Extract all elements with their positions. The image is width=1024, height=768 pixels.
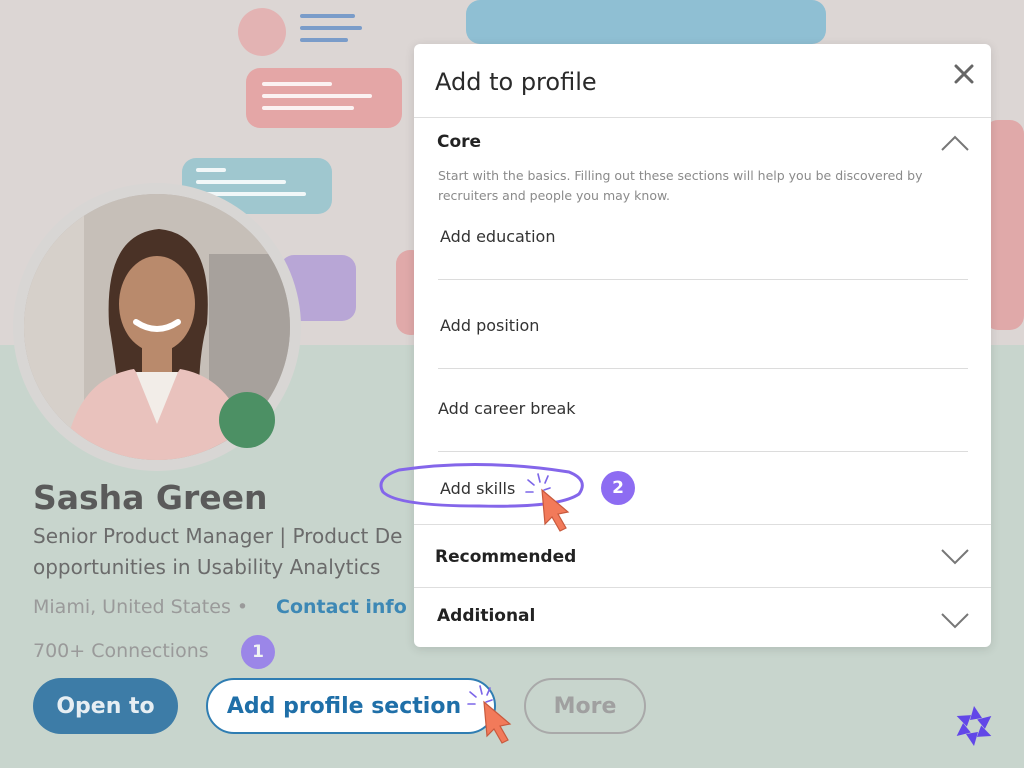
item-divider	[438, 279, 968, 280]
core-section-description: Start with the basics. Filling out these…	[438, 168, 923, 203]
headline-line-1: Senior Product Manager | Product De	[33, 524, 403, 548]
cursor-pointer-icon	[525, 473, 570, 532]
more-button[interactable]: More	[524, 678, 646, 734]
connections-count[interactable]: 700+ Connections	[33, 640, 209, 662]
step-badge-2: 2	[601, 471, 635, 505]
chevron-up-icon[interactable]	[940, 134, 970, 152]
item-divider	[438, 368, 968, 369]
step-badge-1: 1	[241, 635, 275, 669]
item-divider	[438, 451, 968, 452]
profile-name: Sasha Green	[33, 478, 268, 517]
add-education-item[interactable]: Add education	[440, 227, 555, 246]
add-career-break-item[interactable]: Add career break	[438, 399, 576, 418]
open-to-button[interactable]: Open to	[33, 678, 178, 734]
online-status-dot	[219, 392, 275, 448]
additional-section-toggle[interactable]: Additional	[437, 606, 535, 626]
add-profile-section-label: Add profile section	[226, 693, 462, 719]
add-profile-section-button[interactable]: Add profile section	[206, 678, 496, 734]
headline-line-2: opportunities in Usability Analytics	[33, 555, 381, 579]
profile-headline: Senior Product Manager | Product De oppo…	[33, 521, 413, 583]
recommended-section-toggle[interactable]: Recommended	[435, 547, 576, 567]
core-section-toggle[interactable]: Core	[437, 132, 481, 152]
section-divider	[414, 524, 991, 525]
add-position-item[interactable]: Add position	[440, 316, 539, 335]
add-to-profile-modal: Add to profile Core Start with the basic…	[414, 44, 991, 647]
location-text: Miami, United States	[33, 596, 231, 618]
profile-location: Miami, United States •	[33, 596, 248, 618]
cursor-pointer-icon	[467, 685, 512, 744]
chevron-down-icon[interactable]	[940, 548, 970, 566]
section-divider	[414, 587, 991, 588]
close-icon	[954, 64, 974, 84]
modal-title: Add to profile	[435, 68, 597, 96]
contact-info-link[interactable]: Contact info	[276, 596, 407, 618]
chevron-down-icon[interactable]	[940, 612, 970, 630]
close-button[interactable]	[950, 60, 978, 88]
brand-logo-icon	[956, 706, 992, 746]
location-separator: •	[236, 596, 249, 618]
modal-header-divider	[414, 117, 991, 118]
